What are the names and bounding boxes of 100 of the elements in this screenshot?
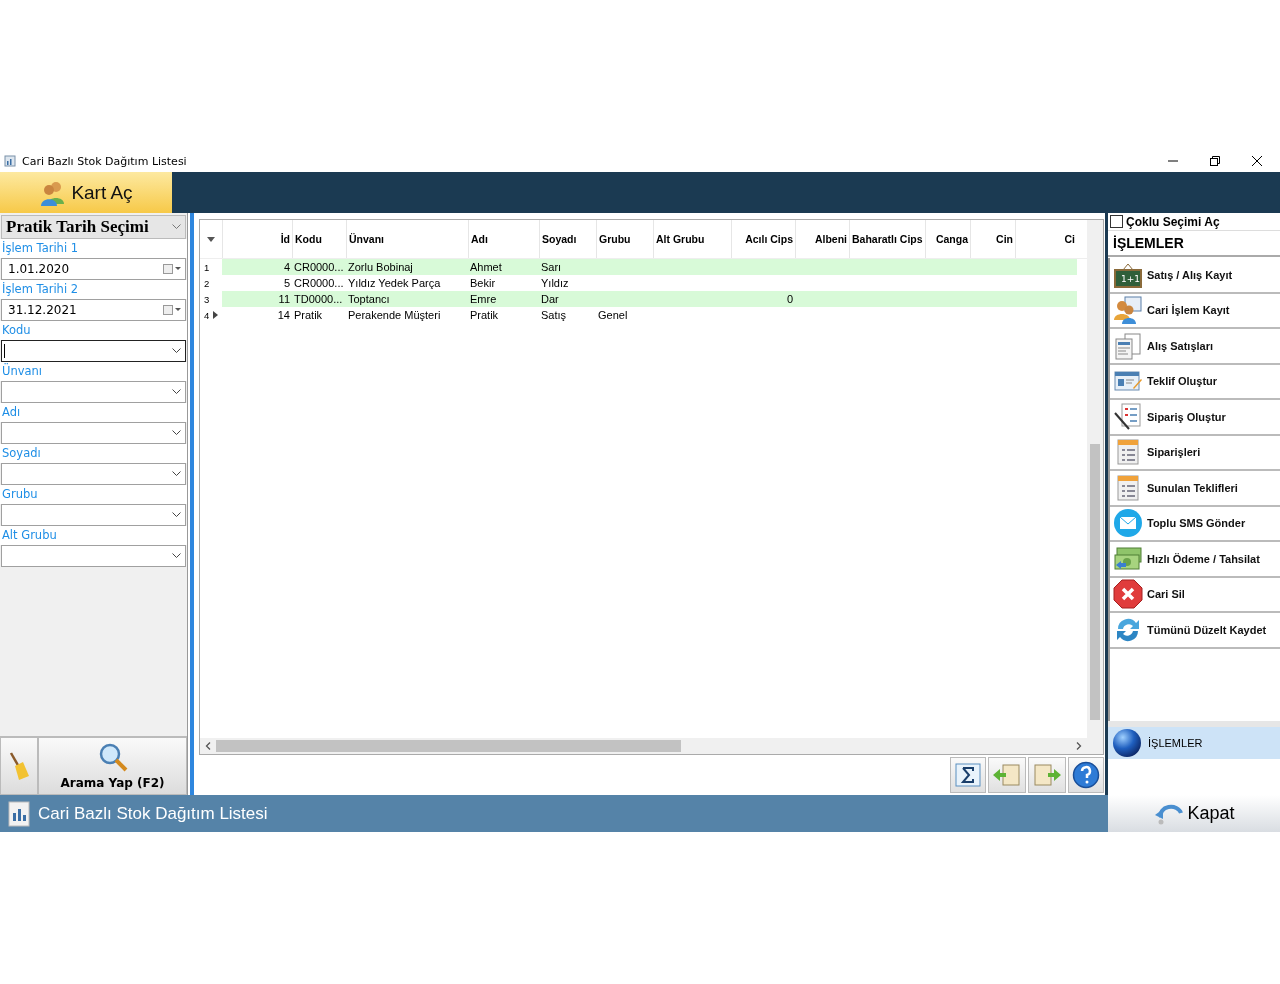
horizontal-scrollbar[interactable] xyxy=(200,738,1087,754)
combo-field[interactable] xyxy=(1,381,186,403)
table-row[interactable]: 14 Pratik Perakende Müşteri Pratik Satış Genel xyxy=(222,307,1077,323)
row-header[interactable]: 2 xyxy=(200,277,222,289)
help-icon xyxy=(1072,761,1100,789)
icon-text: 1+1 xyxy=(1121,274,1140,284)
column-header[interactable]: Baharatlı Cips xyxy=(849,220,925,258)
row-number: 3 xyxy=(204,293,210,305)
table-cell: TD0000... xyxy=(294,293,343,305)
table-cell: Pratik xyxy=(470,309,499,321)
chevron-icon xyxy=(172,389,181,395)
chevron-icon xyxy=(172,348,181,354)
search-button[interactable]: Arama Yap (F2) xyxy=(38,737,187,795)
checklist-pen-icon xyxy=(1113,402,1143,431)
nav-item[interactable]: İŞLEMLER xyxy=(1108,727,1280,759)
scroll-right-icon[interactable] xyxy=(1076,742,1082,750)
combo-field[interactable] xyxy=(1,463,186,485)
combo-field[interactable] xyxy=(1,340,186,362)
row-number: 4 xyxy=(204,309,210,321)
row-header[interactable]: 4 xyxy=(200,309,222,321)
table-cell: Satış xyxy=(541,309,567,321)
multi-select-checkbox[interactable]: Çoklu Seçimi Aç xyxy=(1108,213,1280,231)
field-label: İşlem Tarihi 2 xyxy=(0,280,187,299)
table-cell: Ahmet xyxy=(470,261,502,273)
column-header[interactable]: Albeni xyxy=(795,220,849,258)
report-icon xyxy=(8,800,30,827)
table-cell: 0 xyxy=(786,293,793,305)
table-row[interactable]: 4 CR0000... Zorlu Bobinaj Ahmet Sarı xyxy=(222,259,1077,275)
sum-button[interactable] xyxy=(950,757,986,793)
mail-icon xyxy=(1113,508,1143,539)
field-label: Adı xyxy=(0,403,187,422)
money-icon xyxy=(1113,545,1143,572)
splitter-handle[interactable] xyxy=(1108,721,1280,727)
open-card-button[interactable]: Kart Aç xyxy=(0,172,172,213)
book-arrow-left-icon xyxy=(991,763,1023,787)
combo-field[interactable] xyxy=(1,504,186,526)
date-field[interactable]: 31.12.2021 xyxy=(1,299,186,321)
table-row[interactable]: 5 CR0000... Yıldız Yedek Parça Bekir Yıldız xyxy=(222,275,1077,291)
date-field[interactable]: 1.01.2020 xyxy=(1,258,186,280)
panel-header[interactable]: Pratik Tarih Seçimi xyxy=(1,215,186,239)
action-button[interactable]: Toplu SMS Gönder xyxy=(1110,506,1280,542)
table-cell: Dar xyxy=(541,293,559,305)
column-header[interactable]: Soyadı xyxy=(539,220,596,258)
chevron-icon xyxy=(172,224,181,230)
field-label: Alt Grubu xyxy=(0,526,187,545)
row-header[interactable]: 1 xyxy=(200,261,222,273)
close-button[interactable]: Kapat xyxy=(1108,795,1280,832)
field-label: Grubu xyxy=(0,485,187,504)
calendar-icon[interactable] xyxy=(163,264,181,274)
column-header[interactable]: Alt Grubu xyxy=(653,220,731,258)
table-cell: Yıldız Yedek Parça xyxy=(348,277,441,289)
chevron-icon xyxy=(172,553,181,559)
field-label: Ünvanı xyxy=(0,362,187,381)
table-cell: 5 xyxy=(283,277,290,289)
action-button[interactable]: Sipariş Oluştur xyxy=(1110,400,1280,436)
sigma-icon xyxy=(955,763,981,787)
chart-icon xyxy=(4,155,16,167)
table-cell: 11 xyxy=(278,293,290,305)
combo-field[interactable] xyxy=(1,422,186,444)
delete-icon xyxy=(1113,579,1143,610)
window-title: Cari Bazlı Stok Dağıtım Listesi xyxy=(22,154,187,168)
vertical-scrollbar[interactable] xyxy=(1087,220,1103,754)
table-cell: CR0000... xyxy=(294,261,344,273)
column-header[interactable]: Grubu xyxy=(596,220,653,258)
column-header[interactable]: Ünvanı xyxy=(346,220,468,258)
column-header[interactable]: Adı xyxy=(468,220,539,258)
column-header[interactable]: İd xyxy=(222,220,292,258)
field-label: İşlem Tarihi 1 xyxy=(0,239,187,258)
action-button[interactable]: Cari Sil xyxy=(1110,577,1280,613)
table-cell: Toptancı xyxy=(348,293,390,305)
table-cell: 4 xyxy=(283,261,290,273)
column-header[interactable]: Kodu xyxy=(292,220,346,258)
undo-arrow-icon xyxy=(1153,802,1184,825)
column-header[interactable]: Acılı Cips xyxy=(731,220,795,258)
table-row[interactable]: 11 TD0000... Toptancı Emre Dar 0 xyxy=(222,291,1077,307)
table-cell: Sarı xyxy=(541,261,562,273)
close-icon[interactable] xyxy=(1252,156,1262,166)
field-label: Soyadı xyxy=(0,444,187,463)
calendar-icon[interactable] xyxy=(163,305,181,315)
column-header[interactable]: Ci xyxy=(1015,220,1077,258)
dropdown-icon[interactable] xyxy=(207,236,215,242)
column-header[interactable]: Cin xyxy=(970,220,1015,258)
scroll-left-icon[interactable] xyxy=(205,742,211,750)
help-button[interactable] xyxy=(1068,757,1104,793)
restore-icon[interactable] xyxy=(1210,156,1220,166)
book-arrow-right-icon xyxy=(1031,763,1063,787)
row-number: 1 xyxy=(204,261,210,273)
table-cell: Perakende Müşteri xyxy=(348,309,441,321)
row-header[interactable]: 3 xyxy=(200,293,222,305)
table-cell: CR0000... xyxy=(294,277,344,289)
form-title: Cari Bazlı Stok Dağıtım Listesi xyxy=(38,803,268,824)
chevron-icon xyxy=(172,430,181,436)
combo-field[interactable] xyxy=(1,545,186,567)
forms-icon xyxy=(1113,331,1143,360)
column-header[interactable]: Canga xyxy=(925,220,970,258)
table-cell: Yıldız xyxy=(541,277,569,289)
action-button[interactable]: Cari İşlem Kayıt xyxy=(1110,293,1280,329)
table-cell: Bekir xyxy=(470,277,496,289)
table-cell: 14 xyxy=(277,309,290,321)
field-label: Kodu xyxy=(0,321,187,340)
